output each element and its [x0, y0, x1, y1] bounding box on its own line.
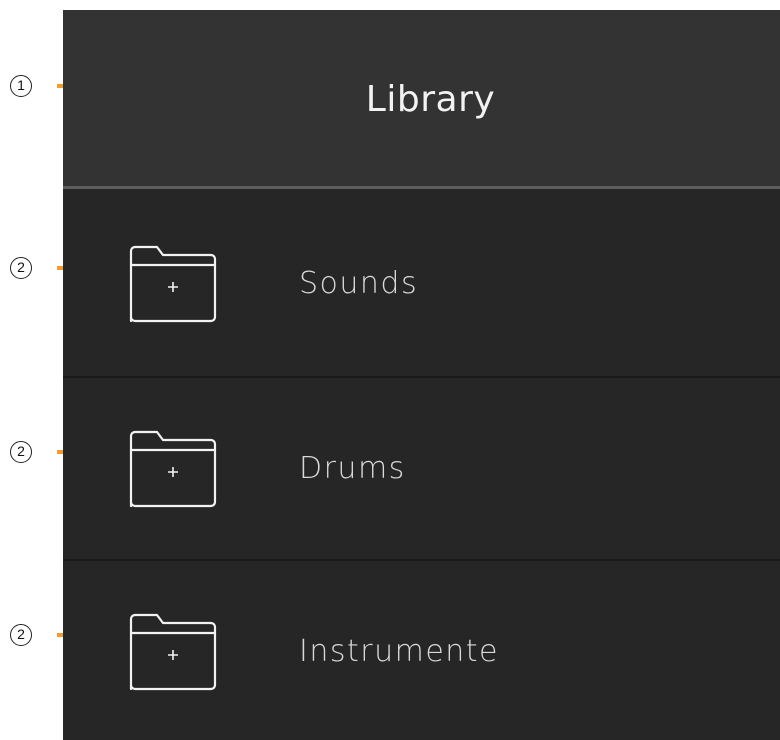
callout-1: 1 [10, 75, 66, 99]
library-item-drums[interactable]: Drums [63, 376, 780, 558]
library-header: Library [63, 10, 780, 189]
folder-add-icon [129, 430, 217, 508]
callout-2-drums: 2 [10, 441, 66, 465]
callout-2-instrumente: 2 [10, 624, 66, 648]
library-panel: Library Sounds Drums Instrumente [63, 10, 780, 740]
library-item-instrumente[interactable]: Instrumente [63, 559, 780, 740]
folder-add-icon [129, 613, 217, 691]
callout-2-sounds: 2 [10, 257, 66, 281]
library-item-label: Drums [299, 451, 406, 486]
callout-number: 1 [10, 75, 32, 97]
folder-add-icon [129, 245, 217, 323]
library-item-label: Instrumente [299, 634, 500, 669]
page-title: Library [365, 79, 496, 120]
library-item-label: Sounds [299, 266, 419, 301]
callout-number: 2 [10, 624, 32, 646]
callout-number: 2 [10, 441, 32, 463]
annotated-screenshot: 1 2 2 2 Library Sounds Drums Instrumente [0, 0, 780, 740]
library-item-sounds[interactable]: Sounds [63, 193, 780, 375]
callout-number: 2 [10, 257, 32, 279]
